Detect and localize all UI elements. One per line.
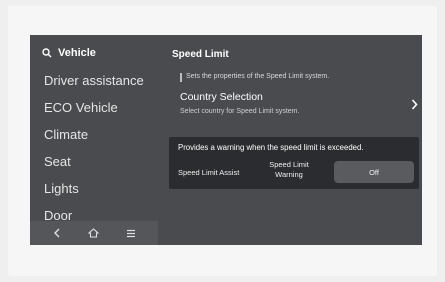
back-button[interactable] [45,223,69,243]
sidebar-item-driver-assistance[interactable]: Driver assistance [44,73,144,88]
menu-icon [127,229,136,237]
search-button[interactable]: Vehicle [42,47,96,59]
page-description: Sets the properties of the Speed Limit s… [186,73,330,80]
sidebar: Vehicle Driver assistance ECO Vehicle Cl… [30,35,158,245]
popup-options-row: Speed Limit Assist Speed Limit Warning O… [169,159,419,185]
page-title: Speed Limit [172,49,229,60]
search-label: Vehicle [58,47,96,59]
bottom-nav-bar [30,221,158,245]
sidebar-item-climate[interactable]: Climate [44,127,88,142]
infotainment-screen: Vehicle Driver assistance ECO Vehicle Cl… [30,35,422,245]
home-icon [88,228,100,238]
popup-message: Provides a warning when the speed limit … [178,143,364,152]
search-icon [42,48,52,58]
off-button[interactable]: Off [334,161,414,183]
sidebar-item-eco-vehicle[interactable]: ECO Vehicle [44,100,118,115]
speed-limit-popup: Provides a warning when the speed limit … [169,137,419,189]
back-icon [53,228,60,238]
speed-limit-assist-option[interactable]: Speed Limit Assist [178,168,239,177]
description-marker [180,73,182,82]
sidebar-item-seat[interactable]: Seat [44,154,71,169]
speed-limit-warning-option[interactable]: Speed Limit Warning [261,160,317,180]
country-selection-row[interactable]: Country Selection Select country for Spe… [180,91,420,123]
country-selection-title: Country Selection [180,91,263,103]
country-selection-subtitle: Select country for Speed Limit system. [180,108,300,115]
sidebar-item-lights[interactable]: Lights [44,181,79,196]
chevron-right-icon [411,99,418,110]
home-button[interactable] [82,223,106,243]
menu-button[interactable] [119,223,143,243]
